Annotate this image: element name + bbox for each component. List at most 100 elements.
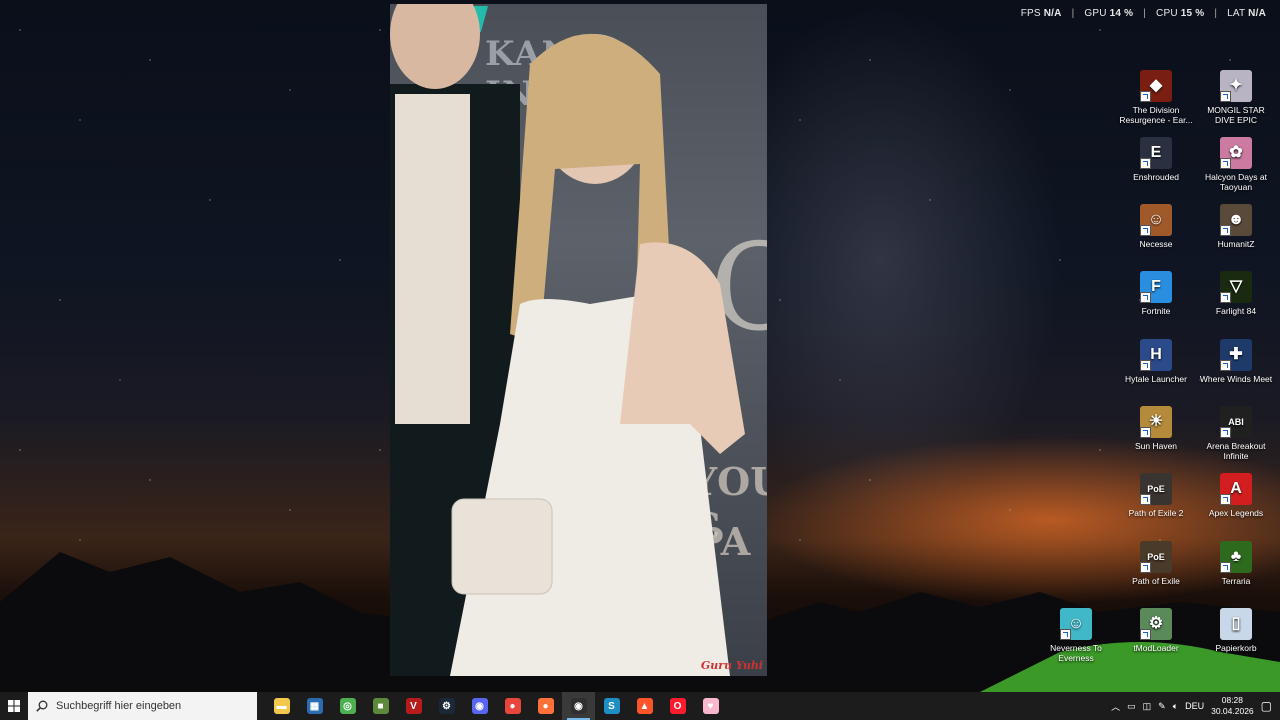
taskbar-app-button[interactable]: ⚙ bbox=[430, 692, 463, 720]
taskbar-app-button[interactable]: ◎ bbox=[331, 692, 364, 720]
desktop-shortcut[interactable]: ▽ Farlight 84 bbox=[1197, 271, 1275, 316]
desktop-shortcut[interactable]: ♣ Terraria bbox=[1197, 541, 1275, 586]
desktop-shortcut[interactable]: ⚙ tModLoader bbox=[1117, 608, 1195, 653]
desktop-shortcut[interactable]: ☀ Sun Haven bbox=[1117, 406, 1195, 451]
desktop-shortcut[interactable]: ✦ MONGIL STAR DIVE EPIC bbox=[1197, 70, 1275, 125]
taskbar-app-button[interactable]: ◉ bbox=[463, 692, 496, 720]
taskbar-app-button[interactable]: ▦ bbox=[298, 692, 331, 720]
taskbar-app-button[interactable]: O bbox=[661, 692, 694, 720]
desktop-shortcut-label: Arena Breakout Infinite bbox=[1206, 441, 1266, 461]
xbox-icon: ◎ bbox=[339, 698, 356, 714]
desktop-shortcut-label: Fortnite bbox=[1141, 306, 1171, 316]
icon-glyph: ▯ bbox=[1231, 615, 1241, 632]
desktop-shortcut[interactable]: E Enshrouded bbox=[1117, 137, 1195, 182]
shortcut-arrow-icon bbox=[1220, 494, 1231, 505]
tray-overflow-chevron-icon[interactable]: ︿ bbox=[1111, 700, 1120, 713]
taskbar-app-button[interactable]: ● bbox=[496, 692, 529, 720]
desktop-shortcut[interactable]: ✚ Where Winds Meet bbox=[1197, 339, 1275, 384]
shortcut-arrow-icon bbox=[1220, 158, 1231, 169]
taskbar-app-button[interactable]: ♥ bbox=[694, 692, 727, 720]
desktop-shortcut-label: Necesse bbox=[1139, 239, 1173, 249]
taskbar-app-button[interactable]: V bbox=[397, 692, 430, 720]
desktop-shortcut[interactable]: PoE Path of Exile 2 bbox=[1117, 473, 1195, 518]
icon-glyph: ⚙ bbox=[1148, 615, 1164, 632]
icon-glyph: H bbox=[1150, 346, 1162, 363]
taskbar: Suchbegriff hier eingeben ▬ ▦ ◎ ■ V ⚙ ◉ ● ● ◉ S ▲ O ♥… bbox=[0, 692, 1280, 720]
desktop-shortcut[interactable]: A Apex Legends bbox=[1197, 473, 1275, 518]
desktop-shortcut-label: tModLoader bbox=[1133, 643, 1179, 653]
desktop-shortcut[interactable]: PoE Path of Exile bbox=[1117, 541, 1195, 586]
taskbar-app-button[interactable]: ▲ bbox=[628, 692, 661, 720]
system-tray: ︿ ▭ ◫ ✎ 🔈︎ DEU 08:28 30.04.2026 ▢ bbox=[1111, 692, 1280, 720]
shortcut-arrow-icon bbox=[1140, 360, 1151, 371]
taskbar-app-button[interactable]: ● bbox=[529, 692, 562, 720]
notification-icon[interactable]: ▢ bbox=[1261, 699, 1272, 713]
desktop-shortcut[interactable]: ABI Arena Breakout Infinite bbox=[1197, 406, 1275, 461]
start-button[interactable] bbox=[0, 692, 28, 720]
shortcut-arrow-icon bbox=[1140, 292, 1151, 303]
hud-separator: | bbox=[1071, 8, 1075, 19]
taskbar-app-button[interactable]: ■ bbox=[364, 692, 397, 720]
desktop-shortcut-label: Farlight 84 bbox=[1215, 306, 1257, 316]
icon-glyph: ◆ bbox=[1149, 77, 1163, 94]
clock-time: 08:28 bbox=[1221, 695, 1244, 705]
icon-glyph: E bbox=[1150, 144, 1162, 161]
desktop-shortcut-label: HumanitZ bbox=[1217, 239, 1255, 249]
cpu-value: 15 % bbox=[1180, 8, 1205, 19]
taskbar-app-button[interactable]: ▬ bbox=[265, 692, 298, 720]
video-panel[interactable]: KANE INDUST O YOU C PA Guru Yuhi bbox=[390, 4, 767, 676]
language-indicator[interactable]: DEU bbox=[1185, 701, 1204, 711]
abi-icon: ABI bbox=[1220, 406, 1252, 438]
desktop-shortcut[interactable]: ◆ The Division Resurgence - Ear... bbox=[1117, 70, 1195, 125]
obs-icon: ◉ bbox=[570, 698, 587, 714]
desktop-shortcut[interactable]: ☻ HumanitZ bbox=[1197, 204, 1275, 249]
desktop-shortcut[interactable]: ✿ Halcyon Days at Taoyuan bbox=[1197, 137, 1275, 192]
desktop-shortcut[interactable]: H Hytale Launcher bbox=[1117, 339, 1195, 384]
lat-label: LAT bbox=[1227, 8, 1246, 19]
poe-icon: PoE bbox=[1140, 541, 1172, 573]
desktop-shortcut[interactable]: ☺ Necesse bbox=[1117, 204, 1195, 249]
desktop-shortcut-label: Neverness To Everness bbox=[1050, 643, 1102, 663]
desktop-shortcut-label: Sun Haven bbox=[1134, 441, 1178, 451]
battery-icon[interactable]: ▭ bbox=[1127, 701, 1136, 712]
shortcut-arrow-icon bbox=[1140, 494, 1151, 505]
necesse-icon: ☺ bbox=[1140, 204, 1172, 236]
gpu-label: GPU bbox=[1084, 8, 1107, 19]
volume-icon[interactable]: 🔈︎ bbox=[1173, 701, 1178, 712]
shortcut-arrow-icon bbox=[1220, 360, 1231, 371]
icon-glyph: ABI bbox=[1228, 417, 1244, 427]
terraria-icon: ♣ bbox=[1220, 541, 1252, 573]
taskbar-app-button[interactable]: S bbox=[595, 692, 628, 720]
mongil-icon: ✦ bbox=[1220, 70, 1252, 102]
recycle-bin-icon: ▯ bbox=[1220, 608, 1252, 640]
halcyon-icon: ✿ bbox=[1220, 137, 1252, 169]
icon-glyph: ☻ bbox=[1227, 211, 1245, 228]
discord-icon: ◉ bbox=[471, 698, 488, 714]
desktop-shortcut-label: Halcyon Days at Taoyuan bbox=[1205, 172, 1267, 192]
shortcut-arrow-icon bbox=[1060, 629, 1071, 640]
taskbar-apps: ▬ ▦ ◎ ■ V ⚙ ◉ ● ● ◉ S ▲ O ♥ bbox=[265, 692, 727, 720]
humanitz-icon: ☻ bbox=[1220, 204, 1252, 236]
icon-glyph: F bbox=[1151, 278, 1161, 295]
desktop-shortcut[interactable]: ▯ Papierkorb bbox=[1197, 608, 1275, 653]
shortcut-arrow-icon bbox=[1220, 562, 1231, 573]
performance-overlay: FPS N/A | GPU 14 % | CPU 15 % | LAT N/A bbox=[1021, 8, 1266, 19]
fps-label: FPS bbox=[1020, 8, 1041, 19]
pen-icon[interactable]: ✎ bbox=[1158, 701, 1166, 712]
pink-app-icon: ♥ bbox=[702, 698, 719, 714]
taskbar-app-button[interactable]: ◉ bbox=[562, 692, 595, 720]
desktop-shortcut[interactable]: ☺ Neverness To Everness bbox=[1037, 608, 1115, 663]
desktop-shortcut[interactable]: F Fortnite bbox=[1117, 271, 1195, 316]
network-icon[interactable]: ◫ bbox=[1143, 701, 1152, 712]
taskbar-search-box[interactable]: Suchbegriff hier eingeben bbox=[28, 692, 257, 720]
fps-value: N/A bbox=[1043, 8, 1062, 19]
clock[interactable]: 08:28 30.04.2026 bbox=[1211, 695, 1254, 717]
shortcut-arrow-icon bbox=[1140, 562, 1151, 573]
desktop-shortcut-label: Terraria bbox=[1221, 576, 1251, 586]
enshrouded-icon: E bbox=[1140, 137, 1172, 169]
cpu-label: CPU bbox=[1156, 8, 1178, 19]
desktop-shortcut-label: Hytale Launcher bbox=[1125, 374, 1187, 384]
shortcut-arrow-icon bbox=[1220, 292, 1231, 303]
icon-glyph: ▽ bbox=[1229, 278, 1243, 295]
where-winds-meet-icon: ✚ bbox=[1220, 339, 1252, 371]
